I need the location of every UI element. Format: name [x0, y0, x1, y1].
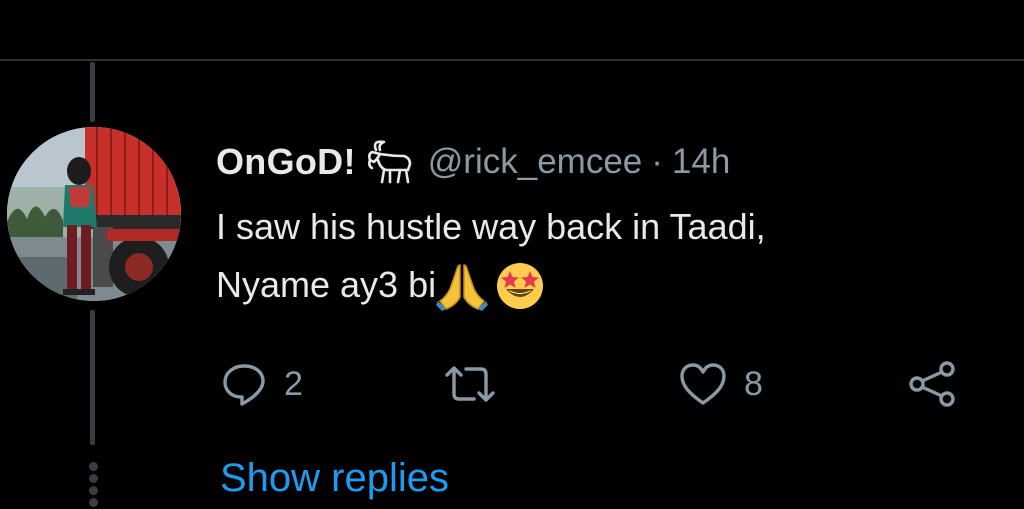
retweet-icon — [445, 366, 495, 402]
tweet-header: OnGoD! @rick_emcee · 14h — [216, 138, 730, 186]
dot — [88, 486, 98, 495]
thread-connector-bottom — [90, 310, 95, 445]
tweet-text: I saw his hustle way back in Taadi, Nyam… — [216, 198, 1006, 314]
reply-count: 2 — [284, 364, 303, 403]
user-handle[interactable]: @rick_emcee — [428, 142, 642, 182]
tweet-thread-view: OnGoD! @rick_emcee · 14h I saw his hustl… — [0, 0, 1024, 509]
thread-more-dots[interactable] — [86, 462, 100, 507]
dot — [88, 498, 98, 507]
avatar[interactable] — [7, 127, 181, 301]
show-replies-link[interactable]: Show replies — [220, 456, 449, 501]
tweet-text-line: I saw his hustle way back in Taadi, — [216, 206, 766, 247]
divider — [0, 59, 1024, 61]
retweet-button[interactable] — [442, 356, 498, 412]
thread-connector-top — [90, 62, 95, 122]
share-icon — [909, 361, 955, 407]
avatar-photo — [7, 127, 181, 301]
tweet-text-line-2: Nyame ay3 bi — [216, 256, 1006, 314]
reply-icon — [223, 364, 265, 406]
heart-icon — [680, 363, 726, 405]
dot — [88, 462, 98, 471]
dot — [88, 474, 98, 483]
separator-dot: · — [651, 142, 663, 181]
tweet-actions: 2 8 — [216, 356, 976, 412]
like-count: 8 — [744, 364, 763, 403]
goat-emoji-icon — [358, 138, 416, 186]
reply-button[interactable]: 2 — [220, 356, 303, 412]
timestamp[interactable]: 14h — [672, 142, 730, 182]
display-name[interactable]: OnGoD! — [216, 141, 356, 183]
star-struck-emoji-icon — [494, 259, 546, 311]
share-button[interactable] — [906, 356, 958, 412]
like-button[interactable]: 8 — [678, 356, 763, 412]
folded-hands-emoji-icon — [436, 259, 489, 311]
tweet-text-line: Nyame ay3 bi — [216, 264, 437, 305]
